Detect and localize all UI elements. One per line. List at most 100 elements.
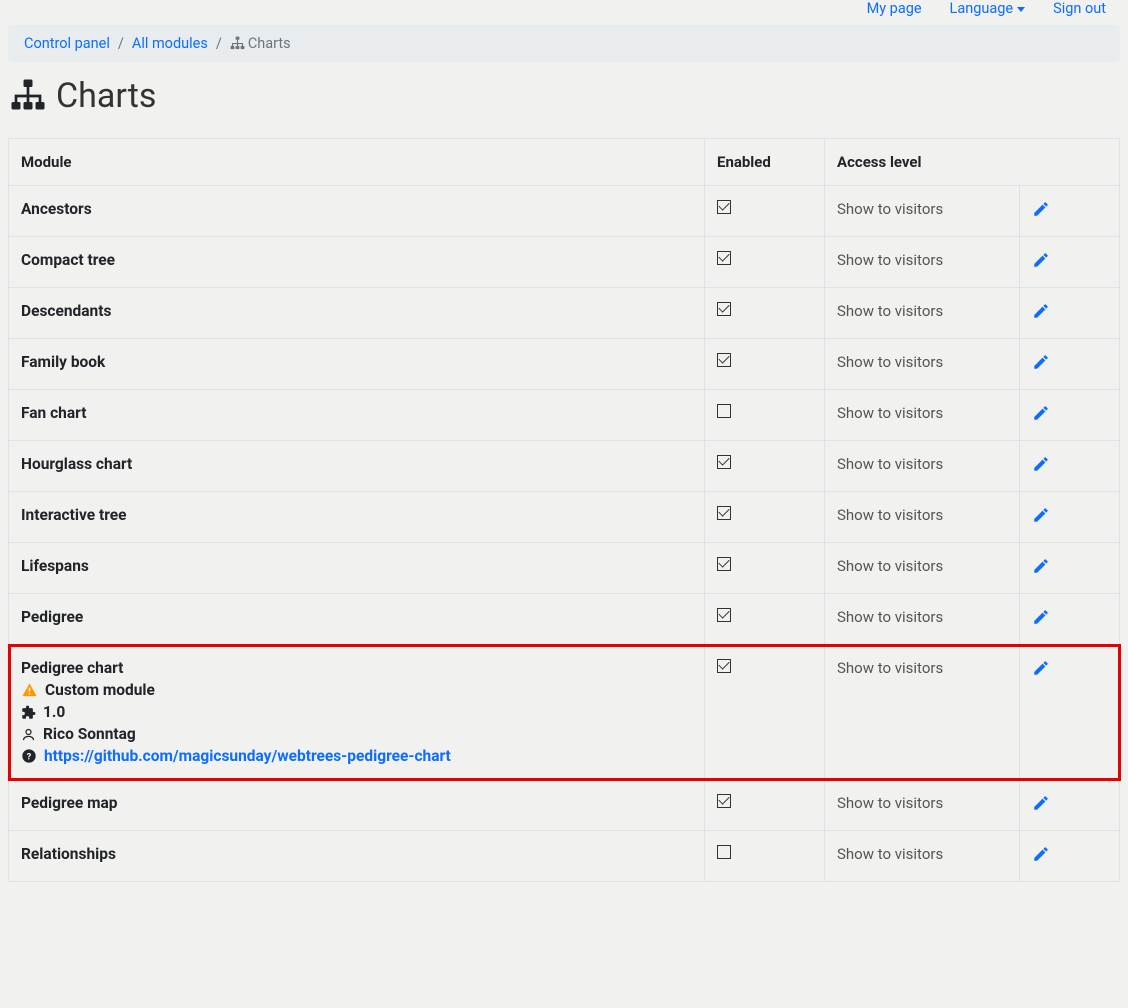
sitemap-icon	[10, 78, 46, 114]
nav-my-page[interactable]: My page	[867, 0, 922, 17]
module-cell: Pedigree map	[9, 780, 705, 831]
pencil-icon	[1032, 455, 1050, 473]
edit-button[interactable]	[1032, 255, 1050, 273]
breadcrumb-all-modules[interactable]: All modules	[132, 35, 208, 52]
warning-icon	[21, 682, 38, 699]
enabled-checkbox[interactable]	[717, 302, 731, 316]
custom-module-author: Rico Sonntag	[21, 725, 692, 743]
access-cell: Show to visitors	[825, 543, 1020, 594]
enabled-cell	[705, 186, 825, 237]
access-level-text: Show to visitors	[837, 200, 943, 218]
access-cell: Show to visitors	[825, 288, 1020, 339]
access-level-text: Show to visitors	[837, 506, 943, 524]
nav-language[interactable]: Language	[950, 0, 1026, 17]
table-row: Ancestors Show to visitors	[9, 186, 1120, 237]
custom-module-url-line: https://github.com/magicsunday/webtrees-…	[21, 747, 692, 765]
table-row: Family book Show to visitors	[9, 339, 1120, 390]
edit-cell	[1020, 780, 1120, 831]
pencil-icon	[1032, 845, 1050, 863]
enabled-checkbox[interactable]	[717, 251, 731, 265]
edit-button[interactable]	[1032, 204, 1050, 222]
enabled-checkbox[interactable]	[717, 557, 731, 571]
access-cell: Show to visitors	[825, 831, 1020, 882]
access-cell: Show to visitors	[825, 237, 1020, 288]
access-level-text: Show to visitors	[837, 251, 943, 269]
enabled-cell	[705, 441, 825, 492]
nav-sign-out[interactable]: Sign out	[1053, 0, 1106, 17]
access-cell: Show to visitors	[825, 594, 1020, 645]
modules-table: Module Enabled Access level AncestorsSho…	[8, 138, 1120, 882]
enabled-cell	[705, 594, 825, 645]
enabled-cell	[705, 543, 825, 594]
module-name: Pedigree map	[21, 794, 692, 812]
access-level-text: Show to visitors	[837, 455, 943, 473]
module-cell: Lifespans	[9, 543, 705, 594]
edit-button[interactable]	[1032, 798, 1050, 816]
edit-cell	[1020, 288, 1120, 339]
caret-down-icon	[1017, 7, 1025, 12]
edit-cell	[1020, 831, 1120, 882]
pencil-icon	[1032, 557, 1050, 575]
edit-button[interactable]	[1032, 510, 1050, 528]
table-row: Pedigree map Show to visitors	[9, 780, 1120, 831]
custom-module-url[interactable]: https://github.com/magicsunday/webtrees-…	[44, 747, 451, 765]
table-row: Lifespans Show to visitors	[9, 543, 1120, 594]
custom-module-label: Custom module	[21, 681, 692, 699]
module-name: Ancestors	[21, 200, 692, 218]
custom-module-version: 1.0	[21, 703, 692, 721]
enabled-checkbox[interactable]	[717, 506, 731, 520]
edit-cell	[1020, 339, 1120, 390]
edit-button[interactable]	[1032, 459, 1050, 477]
edit-cell	[1020, 594, 1120, 645]
edit-button[interactable]	[1032, 561, 1050, 579]
table-row: Relationships Show to visitors	[9, 831, 1120, 882]
edit-button[interactable]	[1032, 408, 1050, 426]
edit-button[interactable]	[1032, 357, 1050, 375]
access-level-text: Show to visitors	[837, 659, 943, 677]
pencil-icon	[1032, 200, 1050, 218]
enabled-cell	[705, 339, 825, 390]
pencil-icon	[1032, 251, 1050, 269]
col-header-module: Module	[9, 139, 705, 186]
user-icon	[21, 727, 36, 742]
module-cell: Interactive tree	[9, 492, 705, 543]
enabled-cell	[705, 780, 825, 831]
enabled-checkbox[interactable]	[717, 353, 731, 367]
edit-cell	[1020, 390, 1120, 441]
table-row: Compact tree Show to visitors	[9, 237, 1120, 288]
top-nav: My page Language Sign out	[8, 0, 1120, 21]
col-header-enabled: Enabled	[705, 139, 825, 186]
module-cell: Relationships	[9, 831, 705, 882]
access-cell: Show to visitors	[825, 390, 1020, 441]
access-cell: Show to visitors	[825, 780, 1020, 831]
access-cell: Show to visitors	[825, 441, 1020, 492]
edit-button[interactable]	[1032, 612, 1050, 630]
breadcrumb: Control panel / All modules / Charts	[8, 25, 1120, 62]
access-level-text: Show to visitors	[837, 794, 943, 812]
pencil-icon	[1032, 353, 1050, 371]
edit-button[interactable]	[1032, 849, 1050, 867]
enabled-checkbox[interactable]	[717, 608, 731, 622]
module-name: Compact tree	[21, 251, 692, 269]
breadcrumb-sep: /	[216, 35, 222, 52]
access-cell: Show to visitors	[825, 492, 1020, 543]
table-row: Fan chart Show to visitors	[9, 390, 1120, 441]
module-name: Fan chart	[21, 404, 692, 422]
enabled-checkbox[interactable]	[717, 455, 731, 469]
edit-button[interactable]	[1032, 663, 1050, 681]
module-name: Pedigree chart	[21, 659, 692, 677]
enabled-checkbox[interactable]	[717, 659, 731, 673]
module-cell: Family book	[9, 339, 705, 390]
table-row: Hourglass chartShow to visitors	[9, 441, 1120, 492]
access-cell: Show to visitors	[825, 339, 1020, 390]
enabled-checkbox[interactable]	[717, 794, 731, 808]
edit-button[interactable]	[1032, 306, 1050, 324]
breadcrumb-sep: /	[118, 35, 124, 52]
enabled-checkbox[interactable]	[717, 404, 731, 418]
enabled-checkbox[interactable]	[717, 845, 731, 859]
enabled-checkbox[interactable]	[717, 200, 731, 214]
breadcrumb-control-panel[interactable]: Control panel	[24, 35, 110, 52]
pencil-icon	[1032, 404, 1050, 422]
pencil-icon	[1032, 794, 1050, 812]
access-level-text: Show to visitors	[837, 404, 943, 422]
